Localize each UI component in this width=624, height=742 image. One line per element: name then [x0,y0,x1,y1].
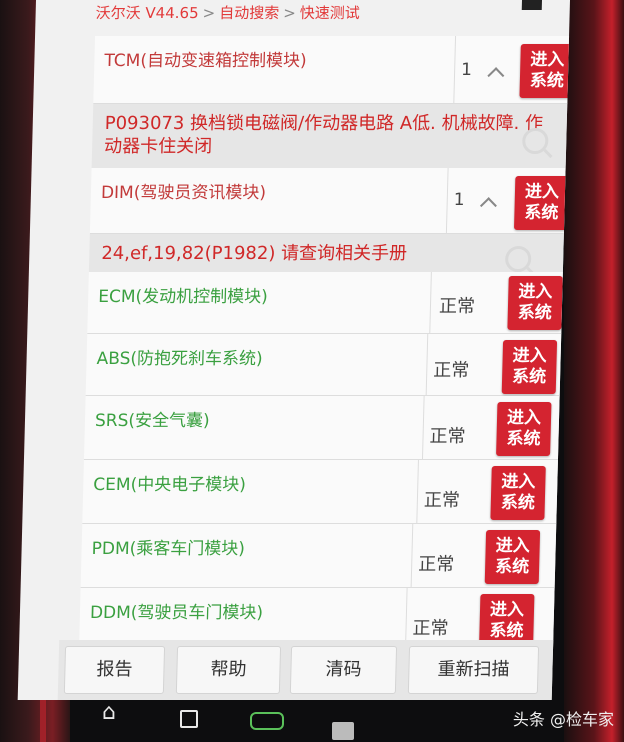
status-cell: 正常 [429,272,503,333]
enter-label-line1: 进入 [495,536,530,556]
watermark: 头条 @检车家 [512,710,614,729]
app-screen: 沃尔沃 V44.65 > 自动搜索 > 快速测试 TCM(自动变速箱控制模块) 1 进入… [17,0,570,700]
android-nav-bar: ⌂ [80,698,500,742]
device-frame-right [564,0,624,742]
breadcrumb-item[interactable]: 沃尔沃 V44.65 [95,4,198,22]
fault-count: 1 [460,60,473,80]
enter-label-line2: 系统 [529,71,565,91]
enter-system-button[interactable]: 进入 系统 [501,340,558,394]
status-cell: 正常 [410,524,485,587]
enter-label-line2: 系统 [489,621,524,641]
module-row-srs[interactable]: SRS(安全气囊) 正常 进入 系统 [83,396,566,460]
enter-label-line1: 进入 [518,282,553,302]
module-name: DDM(驾驶员车门模块) [89,603,264,623]
search-icon[interactable] [504,246,532,272]
search-icon[interactable] [521,128,549,154]
breadcrumb-item[interactable]: 自动搜索 [219,4,279,22]
clear-codes-button[interactable]: 清码 [289,646,398,694]
enter-system-button[interactable]: 进入 系统 [507,276,563,330]
module-row-cem[interactable]: CEM(中央电子模块) 正常 进入 系统 [82,460,564,524]
fault-description-tcm: P093073 换档锁电磁阀/作动器电路 A低. 机械故障. 作动器卡住关闭 [91,104,570,168]
module-name: TCM(自动变速箱控制模块) [104,51,307,71]
fault-count-cell[interactable]: 1 [453,36,516,103]
enter-label-line1: 进入 [524,182,560,202]
enter-label-line2: 系统 [494,557,530,577]
top-toggle-icon[interactable] [521,0,542,10]
fault-description-dim: 24,ef,19,82(P1982) 请查询相关手册 [88,234,570,272]
gallery-icon[interactable] [332,722,354,740]
breadcrumb-separator: > [283,4,297,22]
rescan-button[interactable]: 重新扫描 [407,646,540,694]
module-row-tcm[interactable]: TCM(自动变速箱控制模块) 1 进入 系统 [93,36,570,104]
enter-label-line2: 系统 [511,367,547,387]
enter-system-button[interactable]: 进入 系统 [490,466,546,520]
enter-label-line1: 进入 [506,408,542,428]
enter-label-line1: 进入 [489,600,525,620]
module-name: ABS(防抱死刹车系统) [96,349,263,369]
module-name: PDM(乘客车门模块) [91,539,246,559]
enter-label-line2: 系统 [500,493,536,513]
status-text: 正常 [429,426,466,447]
enter-label-line1: 进入 [530,50,565,70]
breadcrumb: 沃尔沃 V44.65 > 自动搜索 > 快速测试 [95,2,360,23]
fault-count: 1 [453,190,465,210]
chevron-up-icon[interactable] [479,197,497,215]
status-cell: 正常 [421,396,496,459]
bottom-action-bar: 报告 帮助 清码 重新扫描 [57,640,570,700]
enter-label-line2: 系统 [524,203,559,223]
breadcrumb-separator: > [202,4,216,22]
chevron-up-icon[interactable] [487,67,505,85]
home-icon[interactable]: ⌂ [102,700,116,725]
status-text: 正常 [433,360,470,381]
module-row-dim[interactable]: DIM(驾驶员资讯模块) 1 进入 系统 [89,168,570,234]
vehicle-diagnostic-icon[interactable] [250,712,284,730]
enter-system-button[interactable]: 进入 系统 [519,44,570,98]
enter-label-line1: 进入 [512,346,547,366]
breadcrumb-item-current: 快速测试 [299,4,361,22]
status-text: 正常 [417,554,455,575]
report-button[interactable]: 报告 [63,646,166,694]
module-name: ECM(发动机控制模块) [97,287,269,307]
status-text: 正常 [423,490,461,511]
status-cell: 正常 [416,460,490,523]
enter-label-line2: 系统 [506,429,541,449]
enter-system-button[interactable]: 进入 系统 [513,176,570,230]
fault-count-cell[interactable]: 1 [445,168,510,233]
module-name: SRS(安全气囊) [94,411,210,431]
status-cell: 正常 [425,334,500,395]
module-row-ecm[interactable]: ECM(发动机控制模块) 正常 进入 系统 [87,272,569,334]
enter-system-button[interactable]: 进入 系统 [496,402,552,456]
help-button[interactable]: 帮助 [175,646,282,694]
module-name: CEM(中央电子模块) [93,475,247,495]
status-text: 正常 [438,296,476,317]
recent-apps-icon[interactable] [180,710,198,728]
enter-system-button[interactable]: 进入 系统 [484,530,541,584]
fault-text: 24,ef,19,82(P1982) 请查询相关手册 [101,243,408,264]
enter-label-line1: 进入 [501,472,536,492]
module-name: DIM(驾驶员资讯模块) [100,183,267,203]
module-row-abs[interactable]: ABS(防抱死刹车系统) 正常 进入 系统 [85,334,568,396]
enter-label-line2: 系统 [517,303,553,323]
status-text: 正常 [412,618,449,639]
module-row-pdm[interactable]: PDM(乘客车门模块) 正常 进入 系统 [80,524,563,588]
fault-text: P093073 换档锁电磁阀/作动器电路 A低. 机械故障. 作动器卡住关闭 [103,113,544,157]
